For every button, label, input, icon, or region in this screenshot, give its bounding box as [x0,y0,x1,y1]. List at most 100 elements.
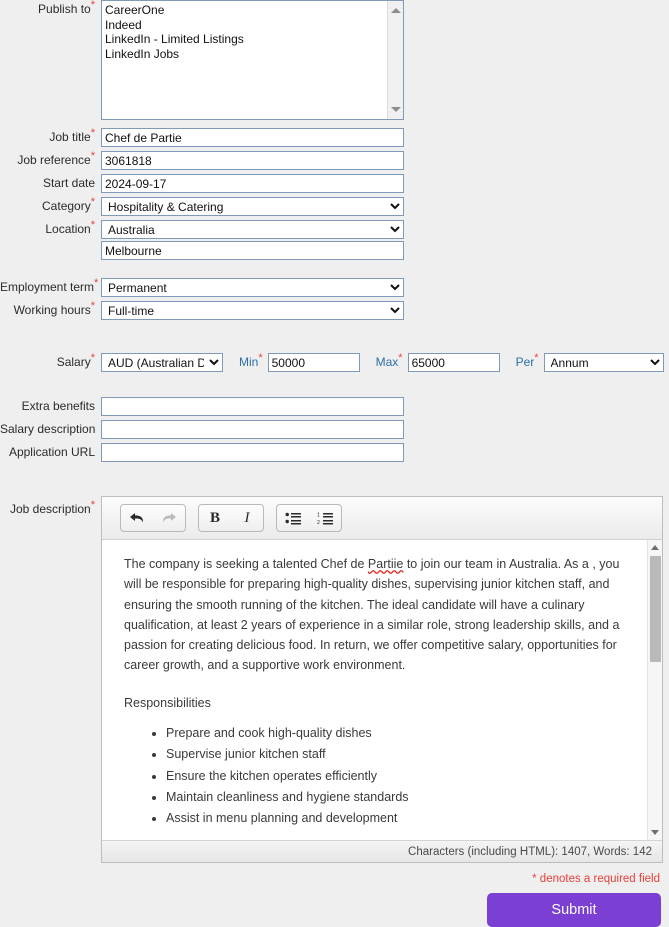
italic-button[interactable]: I [231,505,263,531]
svg-text:2: 2 [317,519,320,524]
job-title-input[interactable] [101,128,404,147]
history-button-group [120,504,186,532]
field-row-job-reference: Job reference* [0,151,669,170]
label-start-date: Start date [0,174,101,192]
list-item[interactable]: Indeed [105,18,399,33]
job-posting-form: Publish to* CareerOne Indeed LinkedIn - … [0,0,669,927]
submit-button[interactable]: Submit [487,893,661,927]
label-publish-to-text: Publish to [38,2,91,16]
required-asterisk: * [94,277,99,289]
rich-text-editor: B I 1 2 The company is seeking a talente… [101,496,663,863]
required-asterisk: * [90,0,95,11]
label-job-description: Job description* [0,496,101,518]
undo-icon[interactable] [121,505,153,531]
numbered-list-icon[interactable]: 1 2 [309,505,341,531]
salary-description-input[interactable] [101,420,404,439]
label-job-title-text: Job title [49,130,91,144]
label-salary-max-text: Max [375,355,399,369]
required-asterisk: * [534,352,539,364]
description-intro-paragraph: The company is seeking a talented Chef d… [124,554,628,676]
required-field-note: * denotes a required field [532,873,660,885]
salary-per-select[interactable]: Annum [543,353,664,372]
field-row-application-url: Application URL [0,443,669,462]
editor-content[interactable]: The company is seeking a talented Chef d… [102,540,662,840]
list-item: Prepare and cook high-quality dishes [166,723,628,743]
label-salary-min-text: Min [239,355,259,369]
svg-text:1: 1 [317,512,320,518]
application-url-input[interactable] [101,443,404,462]
label-start-date-text: Start date [42,176,95,190]
scroll-up-arrow-icon[interactable] [651,545,659,550]
editor-body-wrapper: The company is seeking a talented Chef d… [102,540,662,840]
list-item: Ensure the kitchen operates efficiently [166,766,628,786]
label-salary-text: Salary [56,355,91,369]
field-row-extra-benefits: Extra benefits [0,397,669,416]
label-category-text: Category [42,199,91,213]
publish-to-listbox[interactable]: CareerOne Indeed LinkedIn - Limited List… [101,0,404,120]
location-country-select[interactable]: Australia [101,220,404,239]
label-category: Category* [0,197,101,215]
numbered-list-icon-svg: 1 2 [317,512,333,525]
publish-to-options: CareerOne Indeed LinkedIn - Limited List… [102,1,403,63]
misspelled-word: Partiie [367,557,404,571]
working-hours-select[interactable]: Full-time [101,301,404,320]
label-publish-to: Publish to* [0,0,101,18]
redo-icon[interactable] [153,505,185,531]
list-item: Supervise junior kitchen staff [166,744,628,764]
field-row-working-hours: Working hours* Full-time [0,301,669,320]
salary-currency-select[interactable]: AUD (Australian Do [101,353,223,372]
start-date-input[interactable] [101,174,404,193]
required-asterisk: * [90,300,95,312]
salary-min-input[interactable] [267,353,360,372]
label-extra-benefits-text: Extra benefits [21,399,95,413]
bullet-list-icon-svg [285,512,301,524]
job-reference-input[interactable] [101,151,404,170]
label-application-url-text: Application URL [8,445,95,459]
list-item: Maintain cleanliness and hygiene standar… [166,787,628,807]
scroll-down-arrow-icon[interactable] [651,830,659,835]
intro-text-after: to join our team in Australia. As a , yo… [124,557,620,673]
label-employment-term-text: Employment term [0,280,95,294]
required-asterisk: * [258,352,263,364]
bold-button[interactable]: B [199,505,231,531]
intro-text-before: The company is seeking a talented Chef d… [124,557,368,571]
label-application-url: Application URL [0,443,101,461]
list-item[interactable]: CareerOne [105,3,399,18]
list-button-group: 1 2 [276,504,342,532]
list-item[interactable]: LinkedIn - Limited Listings [105,32,399,47]
required-asterisk: * [90,196,95,208]
text-style-button-group: B I [198,504,264,532]
form-footer: * denotes a required field Submit [0,873,669,927]
editor-status-bar: Characters (including HTML): 1407, Words… [102,840,662,862]
extra-benefits-input[interactable] [101,397,404,416]
label-salary-description: Salary description [0,420,101,438]
field-row-employment-term: Employment term* Permanent [0,278,669,297]
publish-to-scrollbar[interactable] [387,1,403,119]
bullet-list-icon[interactable] [277,505,309,531]
responsibilities-list: Prepare and cook high-quality dishes Sup… [124,723,628,828]
responsibilities-heading: Responsibilities [124,695,211,710]
label-employment-term: Employment term* [0,278,101,296]
label-working-hours-text: Working hours [13,303,91,317]
label-job-title: Job title* [0,128,101,146]
editor-scrollbar[interactable] [647,540,662,840]
label-working-hours: Working hours* [0,301,101,319]
scroll-up-arrow-icon[interactable] [391,8,401,13]
list-item[interactable]: LinkedIn Jobs [105,47,399,62]
scroll-down-arrow-icon[interactable] [391,107,401,112]
location-city-input[interactable] [101,241,404,260]
scrollbar-thumb[interactable] [650,556,661,662]
field-row-publish-to: Publish to* CareerOne Indeed LinkedIn - … [0,0,669,120]
category-select[interactable]: Hospitality & Catering [101,197,404,216]
required-asterisk: * [398,352,403,364]
field-row-job-title: Job title* [0,128,669,147]
redo-icon-svg [162,513,176,523]
employment-term-select[interactable]: Permanent [101,278,404,297]
undo-icon-svg [130,513,144,523]
required-asterisk: * [90,352,95,364]
label-salary-per-text: Per [515,355,535,369]
salary-max-input[interactable] [407,353,500,372]
